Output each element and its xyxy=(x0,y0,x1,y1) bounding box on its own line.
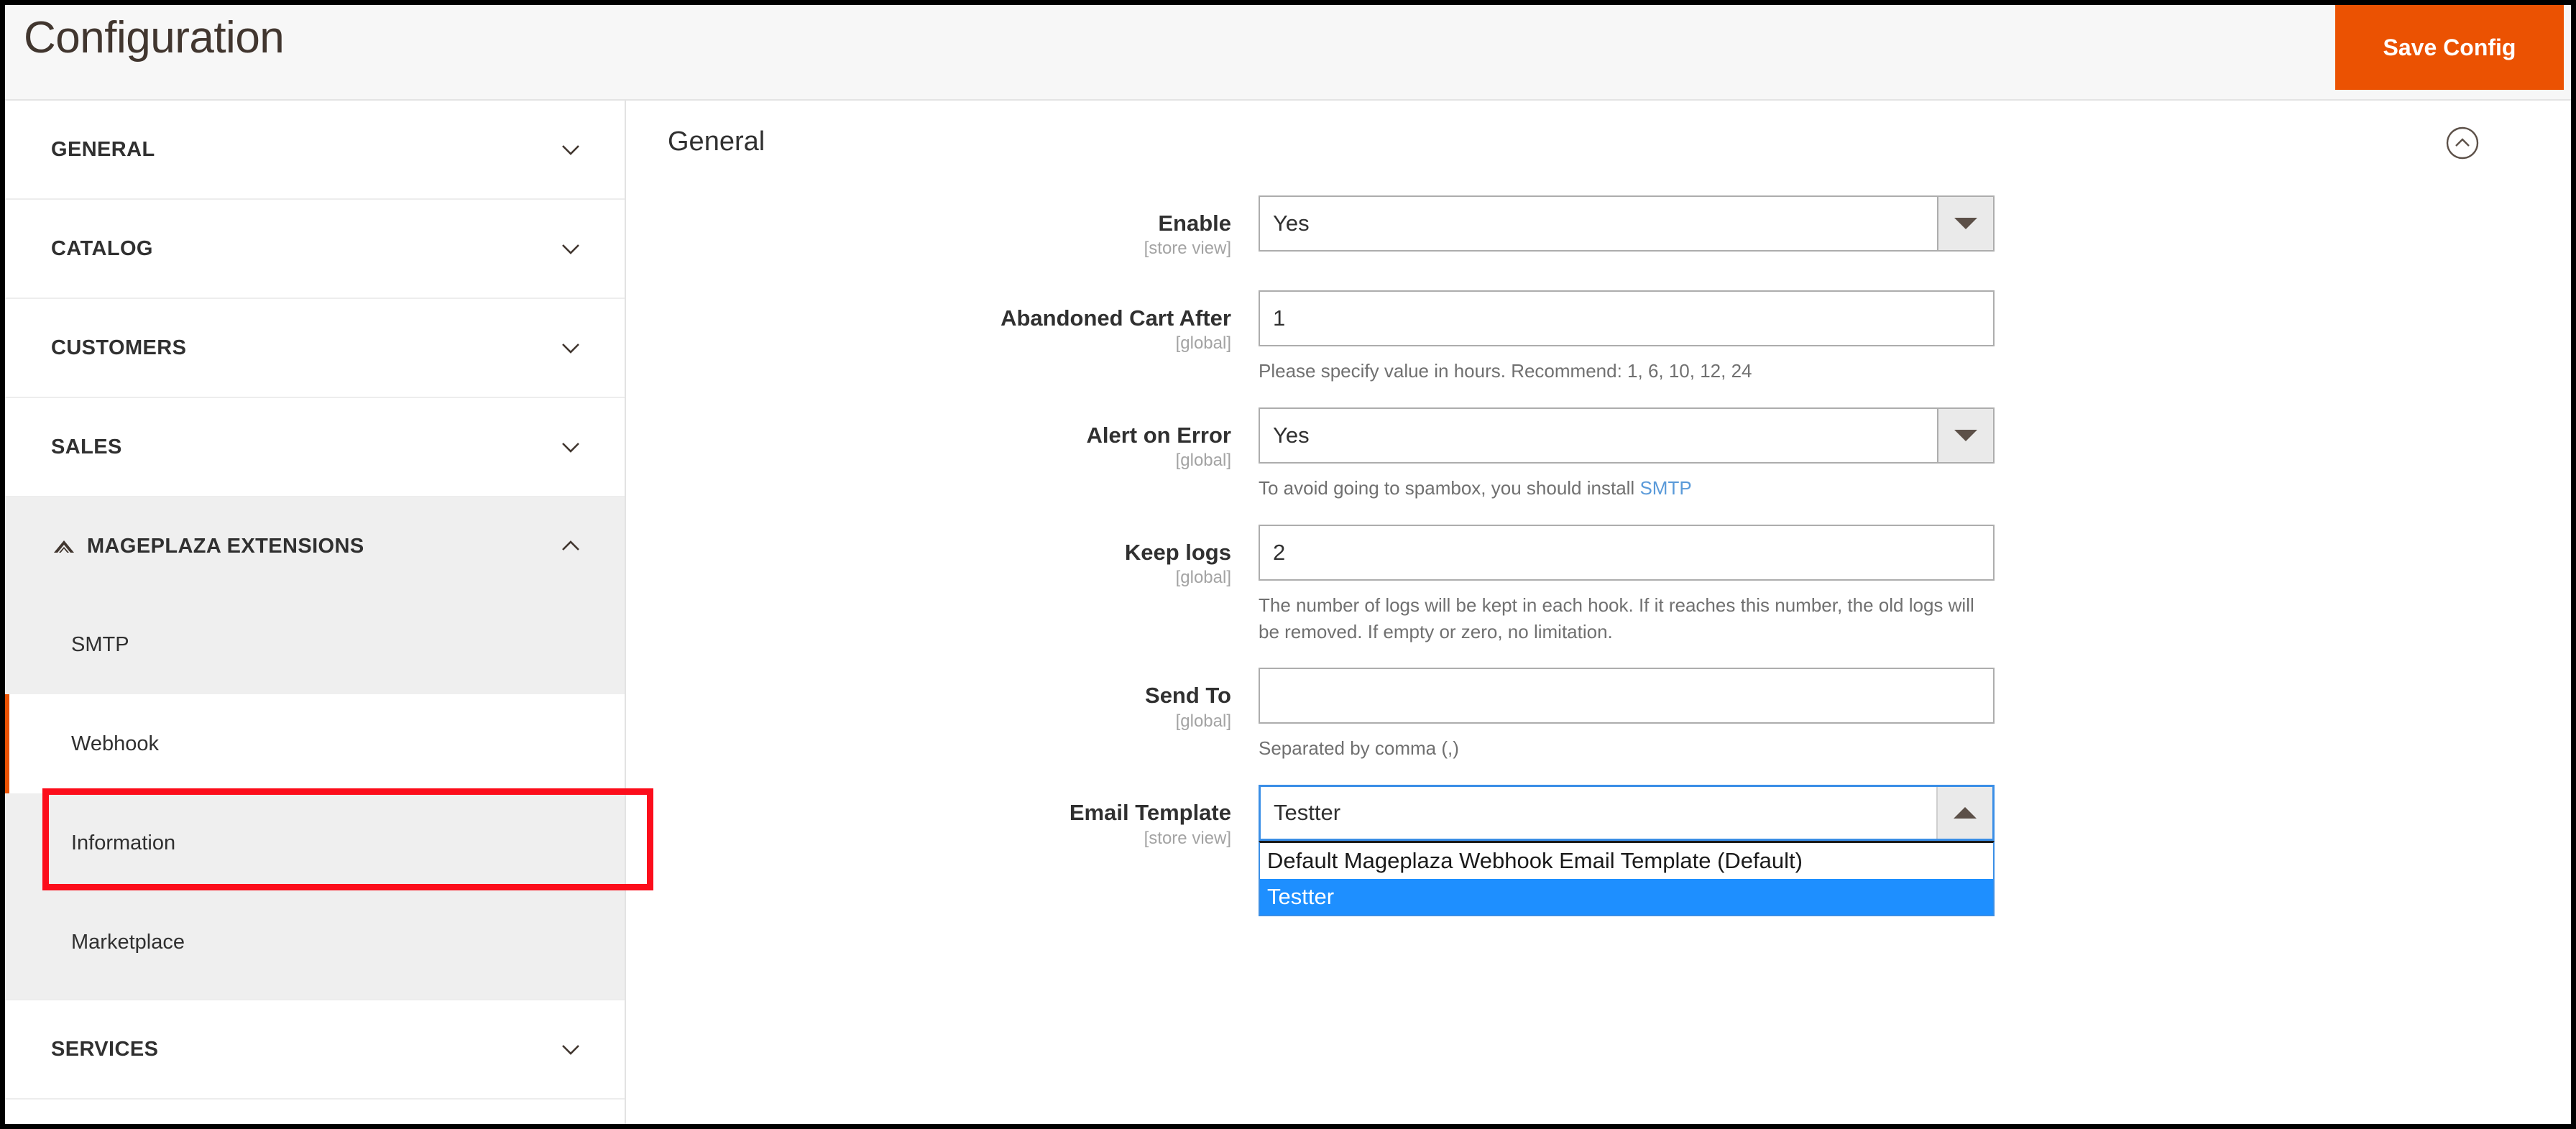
enable-select-value: Yes xyxy=(1273,211,1310,236)
sidebar-item-smtp[interactable]: SMTP xyxy=(5,595,625,694)
chevron-down-icon xyxy=(558,336,583,360)
hint-keep-logs: The number of logs will be kept in each … xyxy=(1259,594,1974,642)
sidebar-section-mageplaza-extensions: MAGEPLAZA EXTENSIONS SMTP Webhook Inform… xyxy=(5,497,625,1000)
sidebar-item-information[interactable]: Information xyxy=(5,793,625,893)
label-text: Abandoned Cart After xyxy=(1000,305,1231,331)
scope-text: [global] xyxy=(1175,711,1231,731)
abandoned-cart-after-input[interactable] xyxy=(1259,290,1995,346)
sidebar-subitem-label: Webhook xyxy=(71,732,159,755)
sidebar-subitem-label: Information xyxy=(71,831,176,854)
section-title: General xyxy=(668,126,765,157)
field-label-enable: Enable [store view] xyxy=(626,195,1259,259)
label-text: Send To xyxy=(1145,683,1231,709)
label-text: Enable xyxy=(1158,211,1231,236)
field-control-email-template: Testter Default Mageplaza Webhook Email … xyxy=(1259,785,1995,917)
field-label-alert-on-error: Alert on Error [global] xyxy=(626,407,1259,502)
chevron-down-icon xyxy=(558,435,583,459)
label-text: Keep logs xyxy=(1124,539,1231,565)
field-label-keep-logs: Keep logs [global] xyxy=(626,525,1259,645)
page-body: GENERAL CATALOG CUSTOMERS SALES MAGEPLAZ… xyxy=(5,101,2571,1124)
sidebar-item-label: SERVICES xyxy=(51,1037,159,1061)
general-settings-form: Enable [store view] Yes Abandoned Cart A… xyxy=(626,185,2571,917)
scope-text: [global] xyxy=(1175,451,1231,471)
field-control-send-to: Separated by comma (,) xyxy=(1259,668,1995,762)
sidebar-item-label: SALES xyxy=(51,435,122,458)
sidebar-section-general: GENERAL xyxy=(5,101,625,200)
hint-send-to: Separated by comma (,) xyxy=(1259,737,1459,760)
field-keep-logs: Keep logs [global] The number of logs wi… xyxy=(626,524,2571,645)
field-enable: Enable [store view] Yes xyxy=(626,195,2571,259)
sidebar-section-customers: CUSTOMERS xyxy=(5,299,625,398)
email-template-select[interactable]: Testter xyxy=(1259,785,1995,842)
email-template-dropdown: Default Mageplaza Webhook Email Template… xyxy=(1259,841,1995,917)
sidebar-subnav-mageplaza: SMTP Webhook Information Marketplace xyxy=(5,595,625,999)
send-to-input[interactable] xyxy=(1259,668,1995,724)
alert-on-error-select[interactable]: Yes xyxy=(1259,407,1995,464)
chevron-up-icon xyxy=(558,534,583,558)
label-text: Alert on Error xyxy=(1086,422,1231,448)
hint-abandoned-cart-after: Please specify value in hours. Recommend… xyxy=(1259,359,1752,382)
hint-text: To avoid going to spambox, you should in… xyxy=(1259,476,1640,499)
save-config-button[interactable]: Save Config xyxy=(2335,5,2564,90)
sidebar-subitem-label: SMTP xyxy=(71,632,129,656)
alert-on-error-select-value: Yes xyxy=(1273,422,1310,448)
field-control-alert-on-error: Yes To avoid going to spambox, you shoul… xyxy=(1259,407,1995,502)
sidebar-item-mageplaza-extensions[interactable]: MAGEPLAZA EXTENSIONS xyxy=(5,497,625,595)
chevron-up-circle-icon[interactable] xyxy=(2442,122,2483,164)
config-sidebar: GENERAL CATALOG CUSTOMERS SALES MAGEPLAZ… xyxy=(5,101,653,1124)
hint-alert-on-error: To avoid going to spambox, you should in… xyxy=(1259,475,1984,502)
field-label-send-to: Send To [global] xyxy=(626,668,1259,762)
page-title: Configuration xyxy=(24,13,285,63)
label-text: Email Template xyxy=(1069,800,1231,826)
scope-text: [store view] xyxy=(1144,828,1231,848)
scope-text: [global] xyxy=(1175,333,1231,354)
sidebar-item-customers[interactable]: CUSTOMERS xyxy=(5,299,625,397)
sidebar-item-label: CUSTOMERS xyxy=(51,336,187,359)
field-control-enable: Yes xyxy=(1259,195,1995,259)
mageplaza-logo-icon xyxy=(51,534,77,558)
sidebar-section-services: SERVICES xyxy=(5,1000,625,1100)
scope-text: [store view] xyxy=(1144,239,1231,259)
page-header: Configuration Save Config xyxy=(5,5,2571,101)
sidebar-item-webhook[interactable]: Webhook xyxy=(5,694,625,793)
scope-text: [global] xyxy=(1175,568,1231,588)
sidebar-item-label: MAGEPLAZA EXTENSIONS xyxy=(87,534,364,558)
section-header: General xyxy=(626,101,2571,185)
field-send-to: Send To [global] Separated by comma (,) xyxy=(626,668,2571,762)
chevron-down-icon xyxy=(558,236,583,261)
chevron-up-icon[interactable] xyxy=(1936,787,1992,839)
field-label-email-template: Email Template [store view] xyxy=(626,785,1259,848)
field-alert-on-error: Alert on Error [global] Yes To avoid goi… xyxy=(626,407,2571,502)
sidebar-item-label: GENERAL xyxy=(51,137,155,161)
field-abandoned-cart-after: Abandoned Cart After [global] Please spe… xyxy=(626,290,2571,384)
sidebar-item-services[interactable]: SERVICES xyxy=(5,1000,625,1098)
smtp-link[interactable]: SMTP xyxy=(1639,477,1691,499)
sidebar-subitem-label: Marketplace xyxy=(71,930,185,954)
sidebar-section-sales: SALES xyxy=(5,398,625,497)
sidebar-item-general[interactable]: GENERAL xyxy=(5,101,625,198)
chevron-down-icon[interactable] xyxy=(1937,408,1993,462)
field-email-template: Email Template [store view] Testter Defa… xyxy=(626,785,2571,917)
app-window: Configuration Save Config GENERAL CATALO… xyxy=(0,0,2576,1129)
chevron-down-icon xyxy=(558,1037,583,1061)
sidebar-section-catalog: CATALOG xyxy=(5,200,625,299)
dropdown-option-default-template[interactable]: Default Mageplaza Webhook Email Template… xyxy=(1260,843,1993,879)
dropdown-option-testter[interactable]: Testter xyxy=(1260,879,1993,916)
field-label-abandoned-cart-after: Abandoned Cart After [global] xyxy=(626,290,1259,384)
sidebar-item-sales[interactable]: SALES xyxy=(5,398,625,496)
chevron-down-icon[interactable] xyxy=(1937,197,1993,250)
sidebar-item-label: CATALOG xyxy=(51,236,153,260)
sidebar-item-marketplace[interactable]: Marketplace xyxy=(5,893,625,992)
enable-select[interactable]: Yes xyxy=(1259,195,1995,252)
email-template-select-value: Testter xyxy=(1274,800,1341,826)
chevron-down-icon xyxy=(558,137,583,162)
sidebar-item-catalog[interactable]: CATALOG xyxy=(5,200,625,298)
field-control-keep-logs: The number of logs will be kept in each … xyxy=(1259,524,1995,645)
keep-logs-input[interactable] xyxy=(1259,524,1995,581)
config-content: General Enable [store view] Yes Abandone… xyxy=(626,101,2571,1124)
field-control-abandoned-cart-after: Please specify value in hours. Recommend… xyxy=(1259,290,1995,384)
